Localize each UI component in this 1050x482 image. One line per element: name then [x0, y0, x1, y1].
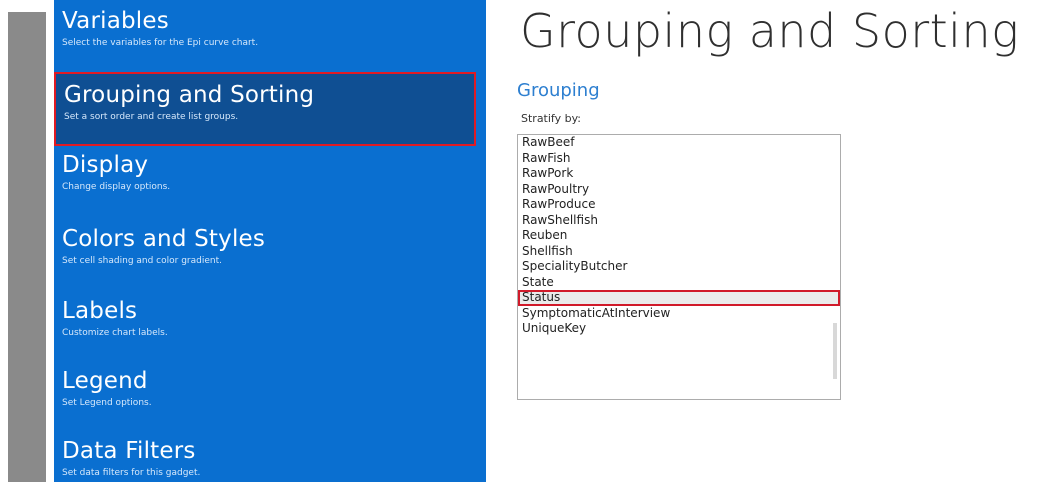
sidebar-item-desc: Customize chart labels.: [62, 328, 168, 338]
stratify-label: Stratify by:: [521, 112, 582, 125]
sidebar-item-title: Data Filters: [62, 438, 196, 464]
sidebar-item-display[interactable]: Display Change display options.: [62, 152, 472, 193]
list-item[interactable]: RawBeef: [518, 135, 840, 151]
page-title: Grouping and Sorting: [520, 4, 1020, 58]
section-title: Grouping: [517, 80, 600, 101]
sidebar-item-title: Grouping and Sorting: [64, 82, 315, 108]
list-item[interactable]: Shellfish: [518, 244, 840, 260]
sidebar-item-title: Labels: [62, 298, 138, 324]
sidebar: Variables Select the variables for the E…: [54, 0, 486, 482]
sidebar-item-colors-and-styles[interactable]: Colors and Styles Set cell shading and c…: [62, 226, 472, 267]
sidebar-item-desc: Set cell shading and color gradient.: [62, 256, 222, 266]
list-item[interactable]: SpecialityButcher: [518, 259, 840, 275]
stratify-listbox[interactable]: RawBeef RawFish RawPork RawPoultry RawPr…: [517, 134, 841, 400]
sidebar-item-desc: Select the variables for the Epi curve c…: [62, 38, 259, 48]
sidebar-item-labels[interactable]: Labels Customize chart labels.: [62, 298, 472, 339]
list-item[interactable]: RawShellfish: [518, 213, 840, 229]
sidebar-item-title: Colors and Styles: [62, 226, 266, 252]
list-item[interactable]: RawProduce: [518, 197, 840, 213]
sidebar-item-legend[interactable]: Legend Set Legend options.: [62, 368, 472, 409]
list-item[interactable]: RawFish: [518, 151, 840, 167]
sidebar-item-variables[interactable]: Variables Select the variables for the E…: [62, 8, 472, 49]
list-item[interactable]: State: [518, 275, 840, 291]
list-item[interactable]: RawPoultry: [518, 182, 840, 198]
spacer: [46, 0, 54, 482]
sidebar-item-title: Legend: [62, 368, 148, 394]
sidebar-item-desc: Change display options.: [62, 182, 171, 192]
sidebar-item-desc: Set data filters for this gadget.: [62, 468, 201, 478]
sidebar-item-title: Variables: [62, 8, 169, 34]
list-item[interactable]: RawPork: [518, 166, 840, 182]
window-edge: [8, 12, 46, 482]
list-item-status-selected[interactable]: Status: [518, 290, 840, 306]
list-item[interactable]: SymptomaticAtInterview: [518, 306, 840, 322]
listbox-scrollbar[interactable]: [833, 323, 837, 379]
sidebar-item-data-filters[interactable]: Data Filters Set data filters for this g…: [62, 438, 472, 479]
sidebar-item-title: Display: [62, 152, 149, 178]
list-item[interactable]: UniqueKey: [518, 321, 840, 337]
sidebar-item-desc: Set Legend options.: [62, 398, 152, 408]
list-item[interactable]: Reuben: [518, 228, 840, 244]
sidebar-item-desc: Set a sort order and create list groups.: [64, 112, 239, 122]
sidebar-item-grouping-and-sorting[interactable]: Grouping and Sorting Set a sort order an…: [54, 72, 476, 146]
